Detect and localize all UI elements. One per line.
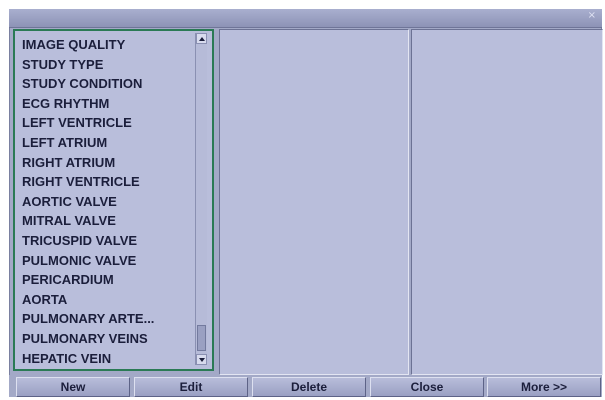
list-item[interactable]: RIGHT ATRIUM bbox=[22, 153, 154, 173]
new-button[interactable]: New bbox=[16, 377, 130, 397]
window-close-icon[interactable]: × bbox=[588, 10, 596, 21]
list-item[interactable]: PERICARDIUM bbox=[22, 270, 154, 290]
edit-button[interactable]: Edit bbox=[134, 377, 248, 397]
list-item[interactable]: STUDY CONDITION bbox=[22, 74, 154, 94]
scroll-down-button[interactable] bbox=[196, 354, 207, 365]
arrow-down-icon bbox=[199, 358, 205, 362]
list-item[interactable]: PULMONARY VEINS bbox=[22, 329, 154, 349]
list-scrollbar[interactable] bbox=[195, 33, 207, 365]
button-bar: New Edit Delete Close More >> bbox=[9, 375, 602, 397]
list-item[interactable]: RIGHT VENTRICLE bbox=[22, 172, 154, 192]
report-window: × IMAGE QUALITY STUDY TYPE STUDY CONDITI… bbox=[9, 9, 603, 397]
more-button[interactable]: More >> bbox=[487, 377, 601, 397]
scroll-thumb[interactable] bbox=[197, 325, 206, 351]
list-item[interactable]: ECG RHYTHM bbox=[22, 94, 154, 114]
list-item[interactable]: IMAGE QUALITY bbox=[22, 35, 154, 55]
close-button[interactable]: Close bbox=[370, 377, 484, 397]
list-item[interactable]: MITRAL VALVE bbox=[22, 211, 154, 231]
subcategory-panel[interactable] bbox=[219, 29, 409, 375]
list-item[interactable]: AORTA bbox=[22, 290, 154, 310]
list-item[interactable]: TRICUSPID VALVE bbox=[22, 231, 154, 251]
list-item[interactable]: LEFT ATRIUM bbox=[22, 133, 154, 153]
delete-button[interactable]: Delete bbox=[252, 377, 366, 397]
list-item[interactable]: PULMONIC VALVE bbox=[22, 251, 154, 271]
arrow-up-icon bbox=[199, 37, 205, 41]
list-item[interactable]: HEPATIC VEIN bbox=[22, 349, 154, 369]
list-item[interactable]: LEFT VENTRICLE bbox=[22, 113, 154, 133]
list-item[interactable]: AORTIC VALVE bbox=[22, 192, 154, 212]
category-list: IMAGE QUALITY STUDY TYPE STUDY CONDITION… bbox=[22, 35, 154, 368]
title-bar[interactable]: × bbox=[9, 9, 602, 28]
list-item[interactable]: PULMONARY ARTE... bbox=[22, 309, 154, 329]
scroll-up-button[interactable] bbox=[196, 33, 207, 44]
category-list-panel: IMAGE QUALITY STUDY TYPE STUDY CONDITION… bbox=[13, 29, 214, 371]
detail-panel[interactable] bbox=[411, 29, 603, 375]
list-item[interactable]: STUDY TYPE bbox=[22, 55, 154, 75]
